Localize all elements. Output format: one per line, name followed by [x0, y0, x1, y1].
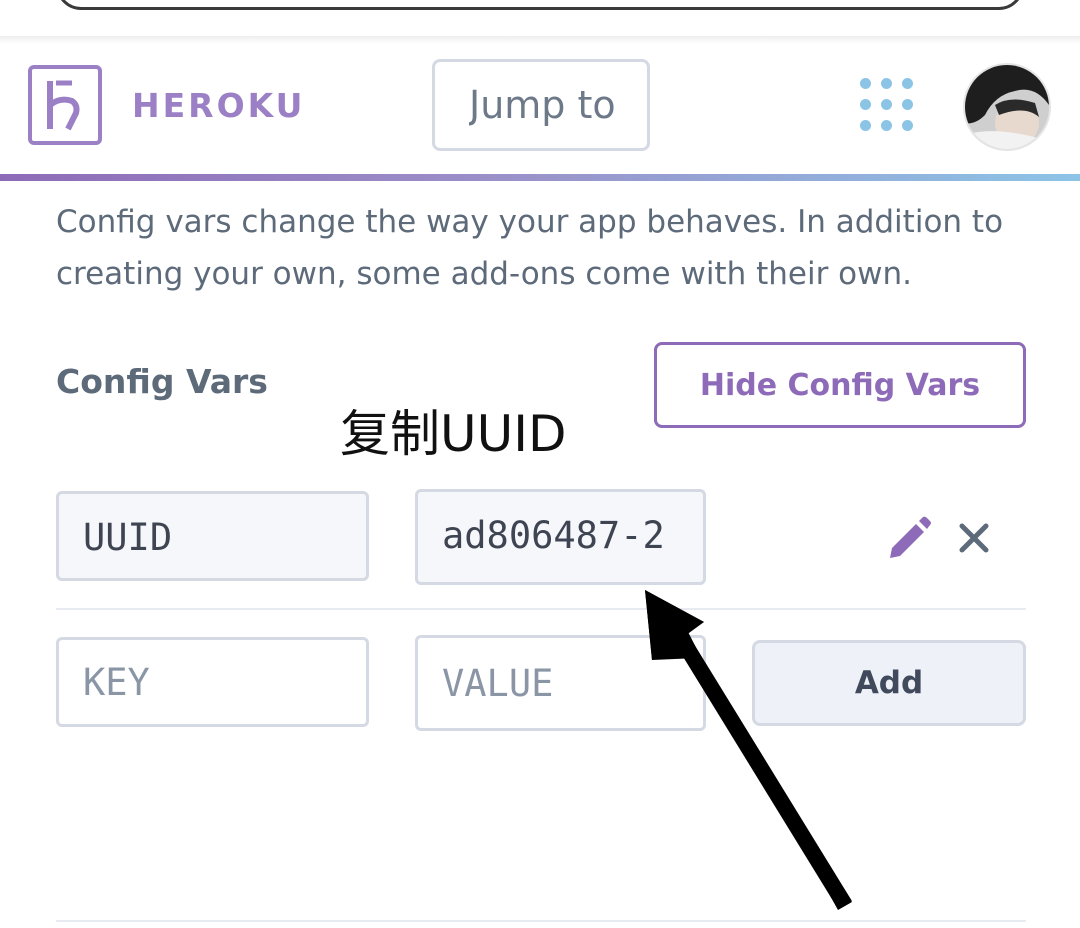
new-key-input[interactable] [59, 640, 366, 724]
new-value-field[interactable] [415, 635, 706, 731]
close-icon[interactable] [956, 520, 992, 556]
jump-to-input[interactable] [435, 62, 647, 148]
hide-config-vars-button[interactable]: Hide Config Vars [654, 342, 1026, 428]
row-divider [56, 608, 1026, 610]
heroku-logo-icon[interactable] [28, 65, 102, 145]
top-shadow [0, 36, 1080, 44]
config-vars-title: Config Vars [56, 362, 268, 401]
config-var-key-field[interactable]: UUID [56, 491, 369, 581]
config-vars-description: Config vars change the way your app beha… [56, 204, 1004, 292]
config-var-value: ad806487-2 [442, 514, 665, 557]
user-avatar[interactable] [963, 63, 1051, 151]
browser-address-bar[interactable] [56, 0, 1024, 10]
app-header: HEROKU [0, 44, 1080, 174]
new-key-field[interactable] [56, 637, 369, 727]
apps-grid-icon[interactable] [860, 78, 916, 134]
add-config-var-button[interactable]: Add [752, 640, 1026, 726]
header-gradient-divider [0, 174, 1080, 181]
bottom-divider [56, 920, 1026, 922]
pencil-icon[interactable] [886, 516, 932, 562]
jump-to-search[interactable] [432, 59, 650, 151]
brand-name[interactable]: HEROKU [132, 86, 305, 125]
top-bar [0, 0, 1080, 36]
config-var-value-field[interactable]: ad806487-2 [415, 489, 706, 585]
new-value-input[interactable] [418, 638, 703, 728]
config-var-key: UUID [83, 516, 173, 559]
annotation-label: 复制UUID [340, 405, 567, 463]
